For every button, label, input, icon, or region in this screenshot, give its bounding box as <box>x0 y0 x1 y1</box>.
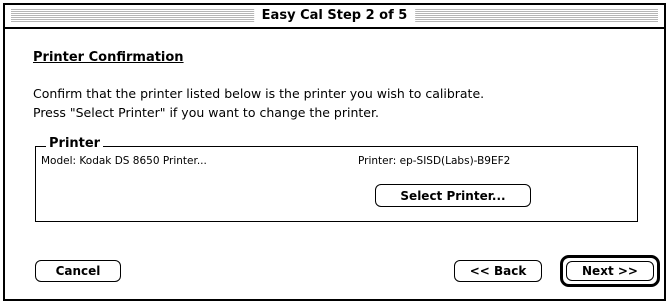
title-bar[interactable]: Easy Cal Step 2 of 5 <box>5 5 664 29</box>
instructions: Confirm that the printer listed below is… <box>33 84 484 122</box>
instructions-line-1: Confirm that the printer listed below is… <box>33 86 485 101</box>
printer-group: Printer Model: Kodak DS 8650 Printer... … <box>35 136 638 222</box>
cancel-button[interactable]: Cancel <box>35 260 121 282</box>
dialog-window: Easy Cal Step 2 of 5 Printer Confirmatio… <box>3 3 666 301</box>
printer-name: Printer: ep-SISD(Labs)-B9EF2 <box>358 155 511 167</box>
instructions-line-2: Press "Select Printer" if you want to ch… <box>33 105 379 120</box>
default-button-ring: Next >> <box>560 255 660 287</box>
select-printer-button[interactable]: Select Printer... <box>375 184 531 207</box>
printer-model: Model: Kodak DS 8650 Printer... <box>41 155 207 167</box>
next-button[interactable]: Next >> <box>566 261 654 281</box>
section-heading: Printer Confirmation <box>33 50 184 65</box>
window-title: Easy Cal Step 2 of 5 <box>253 7 416 24</box>
printer-group-legend: Printer <box>46 136 104 151</box>
back-button[interactable]: << Back <box>454 260 542 282</box>
